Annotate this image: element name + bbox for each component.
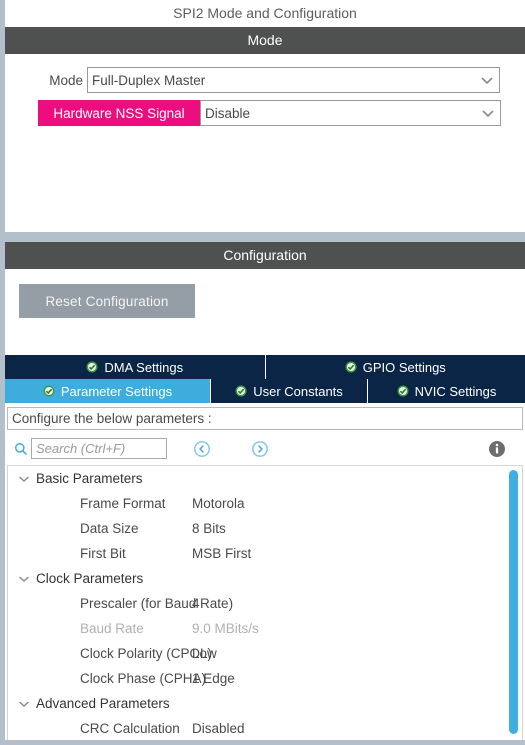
parameter-group-header[interactable]: Clock Parameters [8, 566, 522, 591]
chevron-down-icon [18, 700, 36, 708]
parameter-name: Clock Polarity (CPOL) [80, 646, 213, 661]
window-bottom-rail [5, 740, 525, 745]
parameter-group-header[interactable]: Basic Parameters [8, 466, 522, 491]
parameter-name: Frame Format [80, 496, 166, 511]
check-circle-icon [43, 385, 55, 397]
hardware-nss-signal-field-row: Hardware NSS Signal Disable [38, 100, 501, 126]
tab-label: Parameter Settings [60, 383, 173, 399]
parameter-row: Baud Rate 9.0 MBits/s [8, 616, 522, 641]
check-circle-icon [345, 361, 357, 373]
parameter-name: CRC Calculation [80, 721, 180, 736]
parameter-value: 9.0 MBits/s [192, 621, 259, 636]
parameter-value: MSB First [192, 546, 252, 561]
chevron-down-icon [18, 575, 36, 583]
chevron-down-icon [18, 475, 36, 483]
scrollbar-thumb[interactable] [509, 470, 518, 734]
parameter-tree[interactable]: Basic Parameters Frame Format Motorola D… [7, 465, 523, 743]
tab-row-primary: Parameter Settings User Constants NVIC S… [5, 379, 525, 403]
check-circle-icon [397, 385, 409, 397]
parameter-row[interactable]: Frame Format Motorola [8, 491, 522, 516]
parameter-group-header[interactable]: Advanced Parameters [8, 691, 522, 716]
parameter-group-label: Clock Parameters [36, 571, 144, 586]
tab-row-secondary: DMA Settings GPIO Settings [5, 355, 525, 379]
circle-left-arrow-icon[interactable] [191, 438, 213, 460]
parameter-value: 4 [192, 596, 200, 611]
configuration-body: Reset Configuration DMA Settings GPIO Se… [5, 269, 525, 745]
parameter-value: 1 Edge [192, 671, 235, 686]
configure-hint: Configure the below parameters : [7, 407, 523, 430]
spi-configuration-window: SPI2 Mode and Configuration Mode Mode Fu… [0, 0, 525, 745]
configuration-panel: Configuration Reset Configuration DMA Se… [5, 242, 525, 745]
mode-section-header: Mode [5, 27, 525, 54]
check-circle-icon [86, 361, 98, 373]
hardware-nss-signal-select[interactable]: Disable [200, 100, 501, 126]
parameter-row[interactable]: Clock Phase (CPHA) 1 Edge [8, 666, 522, 691]
tab-gpio-settings[interactable]: GPIO Settings [265, 355, 525, 379]
mode-field-row: Mode Full-Duplex Master [35, 67, 500, 93]
mode-select-value: Full-Duplex Master [92, 72, 206, 88]
parameter-row[interactable]: Data Size 8 Bits [8, 516, 522, 541]
vertical-scrollbar[interactable] [509, 468, 518, 742]
mode-field-label: Mode [49, 72, 83, 88]
panel-divider [0, 232, 525, 242]
page-title: SPI2 Mode and Configuration [5, 0, 525, 27]
info-icon[interactable] [488, 440, 506, 458]
chevron-down-icon [476, 109, 500, 118]
tab-label: User Constants [253, 383, 343, 399]
mode-fields: Mode Full-Duplex Master Hardware NSS Sig… [5, 54, 525, 232]
mode-panel: SPI2 Mode and Configuration Mode Mode Fu… [5, 0, 525, 232]
configuration-section-header: Configuration [5, 242, 525, 269]
check-circle-icon [235, 385, 247, 397]
parameter-name: Data Size [80, 521, 139, 536]
parameter-value: Disabled [192, 721, 245, 736]
parameter-group-label: Advanced Parameters [36, 696, 170, 711]
parameter-value: Motorola [192, 496, 245, 511]
hardware-nss-signal-label: Hardware NSS Signal [38, 100, 200, 126]
reset-configuration-button[interactable]: Reset Configuration [19, 284, 195, 318]
chevron-down-icon [475, 76, 499, 85]
tab-user-constants[interactable]: User Constants [211, 379, 368, 403]
parameter-toolbar [7, 434, 523, 463]
mode-select[interactable]: Full-Duplex Master [87, 67, 500, 93]
tab-nvic-settings[interactable]: NVIC Settings [368, 379, 525, 403]
tab-label: DMA Settings [104, 359, 184, 375]
tab-label: GPIO Settings [362, 359, 446, 375]
parameter-name: First Bit [80, 546, 126, 561]
parameter-group-label: Basic Parameters [36, 471, 143, 486]
tab-parameter-settings[interactable]: Parameter Settings [5, 379, 211, 403]
search-icon [11, 442, 31, 456]
tab-label: NVIC Settings [414, 383, 497, 399]
parameter-row[interactable]: CRC Calculation Disabled [8, 716, 522, 741]
hardware-nss-signal-value: Disable [205, 105, 251, 121]
parameter-row[interactable]: Clock Polarity (CPOL) Low [8, 641, 522, 666]
parameter-name: Baud Rate [80, 621, 144, 636]
parameter-row[interactable]: First Bit MSB First [8, 541, 522, 566]
parameter-value: 8 Bits [192, 521, 226, 536]
parameter-row[interactable]: Prescaler (for Baud Rate) 4 [8, 591, 522, 616]
parameter-name: Prescaler (for Baud Rate) [80, 596, 234, 611]
parameter-name: Clock Phase (CPHA) [80, 671, 207, 686]
search-input[interactable] [31, 438, 167, 459]
parameter-value: Low [192, 646, 217, 661]
tab-dma-settings[interactable]: DMA Settings [5, 355, 266, 379]
circle-right-arrow-icon[interactable] [249, 438, 271, 460]
